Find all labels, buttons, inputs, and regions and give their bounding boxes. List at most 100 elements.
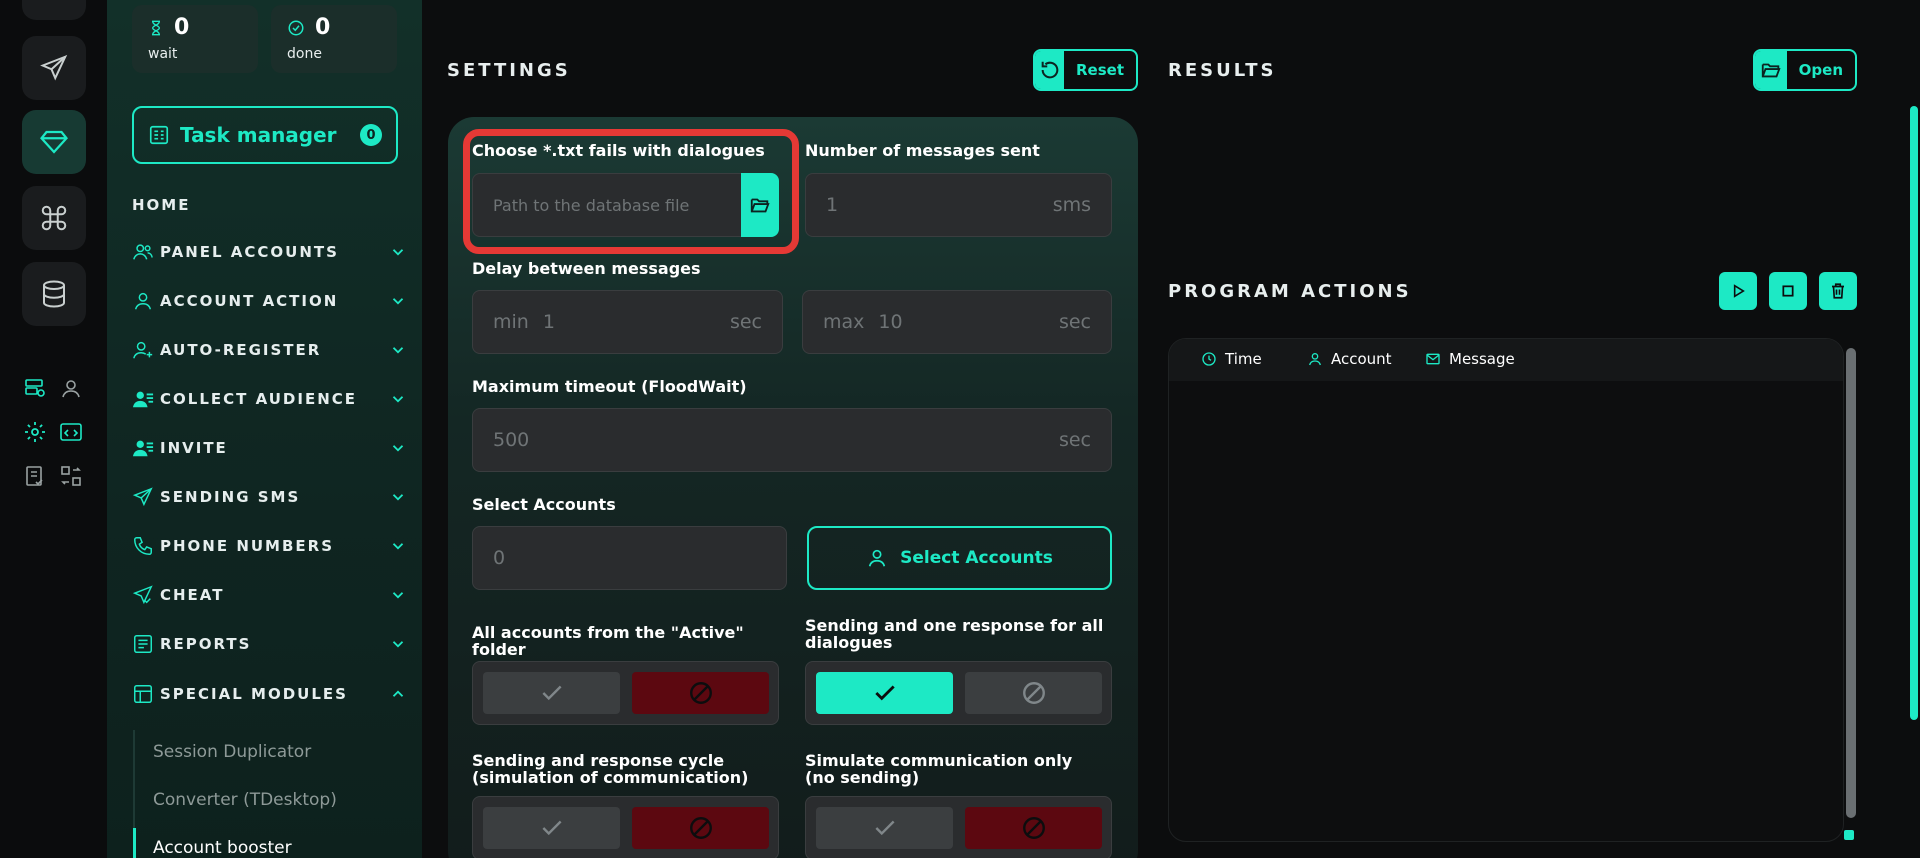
document-check-icon[interactable] xyxy=(21,462,49,490)
delay-min-unit: sec xyxy=(729,311,762,333)
chevron-up-icon xyxy=(392,690,404,697)
toggle-response-cycle-on[interactable] xyxy=(483,807,620,849)
nav-reports[interactable]: REPORTS xyxy=(132,629,407,659)
log-header: Time Account Message xyxy=(1169,339,1843,381)
page-scrollbar[interactable] xyxy=(1910,106,1918,720)
nav-special-modules-label: SPECIAL MODULES xyxy=(160,685,348,703)
col-message-label: Message xyxy=(1449,350,1515,368)
rail-command-button[interactable] xyxy=(22,186,86,250)
swap-icon[interactable] xyxy=(57,462,85,490)
ban-icon xyxy=(1022,682,1045,704)
nav-collect-audience[interactable]: COLLECT AUDIENCE xyxy=(132,384,407,414)
chevron-down-icon xyxy=(392,249,404,256)
ban-icon xyxy=(1022,817,1045,839)
toggle-one-response-on[interactable] xyxy=(816,672,953,714)
user-icon xyxy=(134,292,152,310)
delay-label: Delay between messages xyxy=(472,259,701,278)
log-scrollbar[interactable] xyxy=(1846,348,1856,818)
sub-account-booster[interactable]: Account booster xyxy=(153,838,292,858)
chevron-down-icon xyxy=(392,543,404,550)
nav-collect-audience-label: COLLECT AUDIENCE xyxy=(160,390,357,408)
chevron-down-icon xyxy=(392,396,404,403)
task-manager-badge: 0 xyxy=(360,124,382,146)
nav-panel-accounts-label: PANEL ACCOUNTS xyxy=(160,243,339,261)
col-time-label: Time xyxy=(1225,350,1262,368)
timeout-input[interactable]: 500 sec xyxy=(472,408,1112,472)
task-manager-button[interactable]: Task manager 0 xyxy=(132,106,398,164)
sub-converter-tdesktop[interactable]: Converter (TDesktop) xyxy=(153,790,337,810)
nav-home[interactable]: HOME xyxy=(132,196,190,214)
code-window-icon[interactable] xyxy=(57,418,85,446)
clear-log-button[interactable] xyxy=(1819,272,1857,310)
stop-icon xyxy=(1782,285,1794,297)
toggle-simulate-only-on[interactable] xyxy=(816,807,953,849)
select-accounts-button[interactable]: Select Accounts xyxy=(807,526,1112,590)
accounts-count-input[interactable]: 0 xyxy=(472,526,787,590)
toggle-response-cycle-off[interactable] xyxy=(632,807,769,849)
nav-panel-accounts[interactable]: PANEL ACCOUNTS xyxy=(132,237,407,267)
delay-min-prefix: min xyxy=(493,311,529,333)
delay-min-input[interactable]: min 1 sec xyxy=(472,290,783,354)
nav-special-modules[interactable]: SPECIAL MODULES xyxy=(132,679,407,709)
check-icon xyxy=(874,820,895,836)
rail-top-button[interactable] xyxy=(22,0,86,20)
resize-handle[interactable] xyxy=(1844,830,1854,840)
nav-reports-label: REPORTS xyxy=(160,635,252,653)
col-account[interactable]: Account xyxy=(1307,350,1392,368)
nav-cheat[interactable]: CHEAT xyxy=(132,580,407,610)
user-list-icon xyxy=(132,440,154,457)
col-message[interactable]: Message xyxy=(1425,350,1515,368)
wait-label: wait xyxy=(148,46,178,62)
reset-icon xyxy=(1041,61,1058,79)
user-web-icon[interactable] xyxy=(57,374,85,402)
toggle-one-response-off[interactable] xyxy=(965,672,1102,714)
nav-account-action[interactable]: ACCOUNT ACTION xyxy=(132,286,407,316)
toggle-simulate-only-off[interactable] xyxy=(965,807,1102,849)
chevron-down-icon xyxy=(392,347,404,354)
send-icon xyxy=(132,487,153,507)
play-icon xyxy=(1733,284,1745,298)
accounts-count-value: 0 xyxy=(493,547,506,569)
done-count: 0 xyxy=(315,15,331,40)
rail-diamond-button[interactable] xyxy=(22,110,86,174)
delay-max-input[interactable]: max 10 sec xyxy=(802,290,1112,354)
mail-icon xyxy=(1426,353,1440,365)
user-icon xyxy=(1309,353,1321,366)
nav-invite[interactable]: INVITE xyxy=(132,433,407,463)
reset-button[interactable]: Reset xyxy=(1033,49,1138,91)
messages-sent-input[interactable]: 1 sms xyxy=(805,173,1112,237)
select-accounts-label: Select Accounts xyxy=(472,495,616,514)
rail-database-button[interactable] xyxy=(22,262,86,326)
nav-auto-register[interactable]: AUTO-REGISTER xyxy=(132,335,407,365)
done-label: done xyxy=(287,46,322,62)
toggle-one-response-label: Sending and one response for all dialogu… xyxy=(805,616,1104,652)
rail-send-button[interactable] xyxy=(22,36,86,100)
results-title: RESULTS xyxy=(1168,60,1277,81)
toggle-simulate-only-label: Simulate communication only (no sending) xyxy=(805,751,1073,787)
trash-icon xyxy=(1832,283,1844,299)
gear-icon[interactable] xyxy=(21,418,49,446)
col-time[interactable]: Time xyxy=(1201,350,1262,368)
program-actions-log[interactable]: Time Account Message xyxy=(1168,338,1844,842)
open-results-button[interactable]: Open xyxy=(1753,49,1857,91)
messages-sent-unit: sms xyxy=(1052,194,1091,216)
timeout-value: 500 xyxy=(493,429,530,451)
sidebar: 0 wait 0 done Task manager 0 HOME PANEL … xyxy=(107,0,422,858)
play-button[interactable] xyxy=(1719,272,1757,310)
server-settings-icon[interactable] xyxy=(21,374,49,402)
toggle-one-response xyxy=(805,661,1112,725)
check-circle-icon xyxy=(288,20,304,35)
toggle-active-folder-off[interactable] xyxy=(632,672,769,714)
select-accounts-button-label: Select Accounts xyxy=(900,548,1053,568)
nav-sending-sms[interactable]: SENDING SMS xyxy=(132,482,407,512)
toggle-active-folder-on[interactable] xyxy=(483,672,620,714)
folder-open-icon xyxy=(1761,63,1781,78)
nav-phone-numbers[interactable]: PHONE NUMBERS xyxy=(132,531,407,561)
grid-icon xyxy=(39,0,69,3)
stop-button[interactable] xyxy=(1769,272,1807,310)
delay-min-value: 1 xyxy=(542,311,555,333)
send-check-icon xyxy=(132,585,153,605)
program-actions-title: PROGRAM ACTIONS xyxy=(1168,281,1412,302)
submenu-active-indicator xyxy=(133,828,136,858)
sub-session-duplicator[interactable]: Session Duplicator xyxy=(153,742,311,762)
